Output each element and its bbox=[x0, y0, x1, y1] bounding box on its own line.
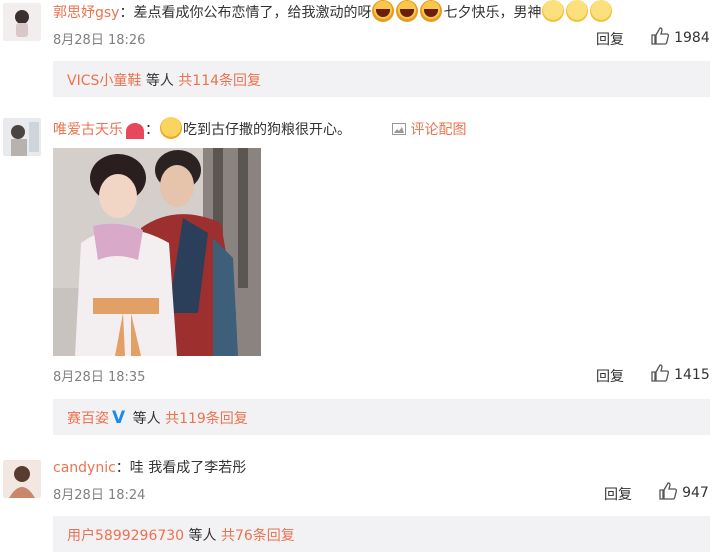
reply-thread-user[interactable]: VICS小童鞋 bbox=[67, 73, 141, 89]
comment-username[interactable]: 唯爱古天乐 bbox=[53, 122, 123, 138]
reply-thread-bar[interactable]: 用户5899296730 等人 共76条回复 bbox=[53, 516, 710, 552]
comment-text: ：哇 我看成了李若彤 bbox=[115, 460, 247, 476]
thumbs-up-icon bbox=[659, 482, 677, 504]
comment-photo[interactable] bbox=[53, 148, 261, 356]
reply-thread-mid: 等人 bbox=[141, 73, 179, 89]
comment-time: 8月28日 18:26 bbox=[53, 33, 146, 48]
crown-heart-icon bbox=[126, 123, 144, 139]
like-count: 1984 bbox=[674, 30, 710, 46]
laugh-emoji-icon bbox=[396, 0, 419, 22]
reply-thread-count[interactable]: 共114条回复 bbox=[178, 73, 261, 89]
reply-thread-user[interactable]: 用户5899296730 bbox=[67, 528, 184, 544]
like-button[interactable]: 1984 bbox=[651, 27, 710, 49]
comment-username[interactable]: 郭思妤gsy bbox=[53, 5, 119, 21]
verified-icon: V bbox=[112, 408, 126, 428]
comment-username[interactable]: candynic bbox=[53, 460, 116, 476]
comment-picture-link[interactable]: 评论配图 bbox=[392, 119, 466, 139]
avatar[interactable] bbox=[3, 460, 41, 498]
comment-time: 8月28日 18:24 bbox=[53, 488, 146, 503]
reply-thread-mid: 等人 bbox=[184, 528, 221, 544]
comment-body: 唯爱古天乐 ： 吃到古仔撒的狗粮很开心。 bbox=[53, 117, 351, 139]
image-icon bbox=[392, 122, 406, 138]
like-count: 947 bbox=[682, 485, 709, 501]
comment-body: candynic：哇 我看成了李若彤 bbox=[53, 457, 246, 477]
comment-colon: ： bbox=[145, 122, 159, 138]
avatar[interactable] bbox=[3, 118, 41, 156]
comment-body: 郭思妤gsy：差点看成你公布恋情了，给我激动的呀 七夕快乐，男神 bbox=[53, 0, 613, 22]
sleepy-emoji-icon bbox=[590, 0, 613, 22]
reply-button[interactable]: 回复 bbox=[604, 484, 632, 504]
reply-thread-count[interactable]: 共119条回复 bbox=[165, 411, 248, 427]
like-button[interactable]: 1415 bbox=[651, 364, 710, 386]
reply-thread-bar[interactable]: VICS小童鞋 等人 共114条回复 bbox=[53, 61, 710, 97]
reply-thread-count[interactable]: 共76条回复 bbox=[221, 528, 295, 544]
comment-time: 8月28日 18:35 bbox=[53, 370, 146, 385]
thumbs-up-icon bbox=[651, 364, 669, 386]
sleepy-emoji-icon bbox=[566, 0, 589, 22]
comment-text: 七夕快乐，男神 bbox=[443, 5, 542, 21]
reply-thread-mid: 等人 bbox=[128, 411, 166, 427]
thumbs-up-icon bbox=[651, 27, 669, 49]
reply-thread-user[interactable]: 赛百姿 bbox=[67, 411, 109, 427]
like-button[interactable]: 947 bbox=[659, 482, 709, 504]
reply-button[interactable]: 回复 bbox=[596, 29, 624, 49]
laugh-emoji-icon bbox=[372, 0, 395, 22]
thinking-emoji-icon bbox=[160, 117, 182, 139]
comment-text: 吃到古仔撒的狗粮很开心。 bbox=[183, 122, 351, 138]
avatar[interactable] bbox=[3, 3, 41, 41]
laugh-emoji-icon bbox=[420, 0, 443, 22]
reply-thread-bar[interactable]: 赛百姿 V 等人 共119条回复 bbox=[53, 399, 710, 435]
like-count: 1415 bbox=[674, 367, 710, 383]
comment-picture-label: 评论配图 bbox=[410, 122, 467, 138]
sleepy-emoji-icon bbox=[542, 0, 565, 22]
comment-text: ：差点看成你公布恋情了，给我激动的呀 bbox=[119, 5, 372, 21]
reply-button[interactable]: 回复 bbox=[596, 366, 624, 386]
